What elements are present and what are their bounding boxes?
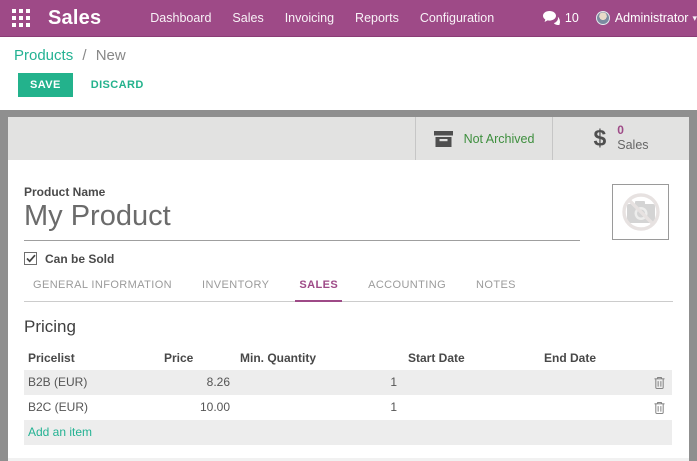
breadcrumb-products-link[interactable]: Products <box>14 47 73 64</box>
trash-icon <box>654 376 665 389</box>
menu-item[interactable]: Reports <box>355 11 399 25</box>
menu-item[interactable]: Sales <box>232 11 263 25</box>
delete-row-button[interactable] <box>654 376 665 389</box>
menu-item[interactable]: Invoicing <box>285 11 334 25</box>
sales-button-text: 0 Sales <box>617 124 648 152</box>
trash-icon <box>654 401 665 414</box>
product-name-label: Product Name <box>24 185 673 199</box>
form-statusbar: Not Archived $ 0 Sales <box>8 117 689 160</box>
product-name-input[interactable]: My Product <box>24 199 580 241</box>
add-an-item-link[interactable]: Add an item <box>24 425 164 439</box>
breadcrumb: Products / New <box>14 47 697 64</box>
camera-icon <box>619 190 663 234</box>
breadcrumb-separator: / <box>82 47 86 64</box>
column-header-price[interactable]: Price <box>164 351 230 365</box>
user-menu[interactable]: Administrator ▾ <box>615 11 697 25</box>
save-button[interactable]: SAVE <box>18 73 73 97</box>
tab[interactable]: GENERAL INFORMATION <box>29 279 176 301</box>
cell-pricelist[interactable]: B2B (EUR) <box>24 375 164 389</box>
notebook-tabs: GENERAL INFORMATION INVENTORY SALES ACCO… <box>24 279 673 302</box>
add-an-item-row[interactable]: Add an item <box>24 420 672 445</box>
tab[interactable]: INVENTORY <box>198 279 273 301</box>
can-be-sold-checkbox[interactable] <box>24 252 37 265</box>
control-panel: Products / New SAVE DISCARD <box>0 37 697 110</box>
cell-min-quantity[interactable]: 1 <box>230 400 397 414</box>
can-be-sold-label: Can be Sold <box>45 252 114 266</box>
cell-min-quantity[interactable]: 1 <box>230 375 397 389</box>
messages-count[interactable]: 10 <box>565 11 579 25</box>
pricing-table-body: B2B (EUR) 8.26 1 <box>24 370 672 420</box>
pricing-table: Pricelist Price Min. Quantity Start Date… <box>24 347 672 445</box>
form-sheet: Product Name My Product <box>8 160 689 461</box>
pricing-table-header: Pricelist Price Min. Quantity Start Date… <box>24 347 672 370</box>
column-header-min-quantity[interactable]: Min. Quantity <box>230 351 397 365</box>
sales-smart-button[interactable]: $ 0 Sales <box>552 117 689 160</box>
sales-button-label: Sales <box>617 138 648 152</box>
cell-price[interactable]: 8.26 <box>164 375 230 389</box>
dollar-icon: $ <box>593 127 606 150</box>
column-header-start-date[interactable]: Start Date <box>397 351 535 365</box>
cell-pricelist[interactable]: B2C (EUR) <box>24 400 164 414</box>
chevron-down-icon: ▾ <box>692 13 697 24</box>
breadcrumb-current: New <box>96 47 126 64</box>
apps-menu-icon[interactable] <box>12 9 30 27</box>
control-panel-buttons: SAVE DISCARD <box>14 73 697 97</box>
messages-icon[interactable] <box>543 11 560 25</box>
column-header-end-date[interactable]: End Date <box>535 351 645 365</box>
topbar: Sales Dashboard Sales Invoicing Reports … <box>0 0 697 37</box>
sales-count: 0 <box>617 124 624 138</box>
discard-button[interactable]: DISCARD <box>81 73 154 97</box>
archive-button-label: Not Archived <box>464 132 535 146</box>
topbar-right: 10 Administrator ▾ <box>543 11 697 25</box>
table-row[interactable]: B2B (EUR) 8.26 1 <box>24 370 672 395</box>
user-name: Administrator <box>615 11 689 25</box>
cell-price[interactable]: 10.00 <box>164 400 230 414</box>
tab[interactable]: NOTES <box>472 279 520 301</box>
product-image-placeholder[interactable] <box>612 184 669 240</box>
form-view-frame: Not Archived $ 0 Sales Product Name My P… <box>0 110 697 461</box>
app-title[interactable]: Sales <box>48 7 101 30</box>
can-be-sold-field: Can be Sold <box>24 252 673 266</box>
main-menu: Dashboard Sales Invoicing Reports Config… <box>150 11 494 25</box>
archive-box-icon <box>434 131 453 147</box>
checkmark-icon <box>26 254 36 263</box>
pricing-section-title: Pricing <box>24 317 673 337</box>
tab[interactable]: ACCOUNTING <box>364 279 450 301</box>
menu-item[interactable]: Configuration <box>420 11 494 25</box>
archive-smart-button[interactable]: Not Archived <box>415 117 552 160</box>
menu-item[interactable]: Dashboard <box>150 11 211 25</box>
table-row[interactable]: B2C (EUR) 10.00 1 <box>24 395 672 420</box>
column-header-pricelist[interactable]: Pricelist <box>24 351 164 365</box>
product-form: Not Archived $ 0 Sales Product Name My P… <box>8 117 689 461</box>
tab[interactable]: SALES <box>295 279 342 302</box>
statusbar-spacer <box>8 117 415 160</box>
delete-row-button[interactable] <box>654 401 665 414</box>
user-avatar[interactable] <box>596 11 610 25</box>
